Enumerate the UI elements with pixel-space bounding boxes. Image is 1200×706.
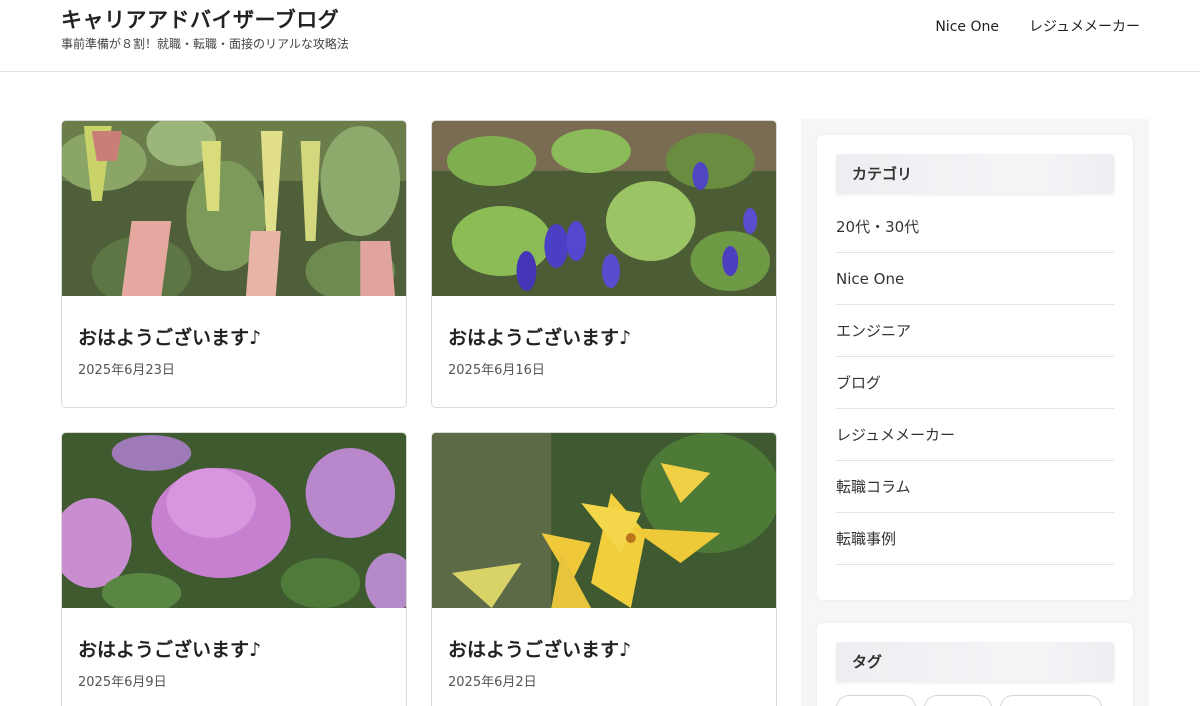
post-title[interactable]: おはようございます♪ xyxy=(78,638,390,662)
post-date: 2025年6月9日 xyxy=(78,675,167,690)
site-header: キャリアアドバイザーブログ 事前準備が８割！就職・転職・面接のリアルな攻略法 N… xyxy=(0,0,1200,72)
post-date: 2025年6月23日 xyxy=(78,363,175,378)
category-item[interactable]: ブログ xyxy=(836,357,1114,409)
brand: キャリアアドバイザーブログ 事前準備が８割！就職・転職・面接のリアルな攻略法 xyxy=(61,7,349,51)
post-date: 2025年6月2日 xyxy=(448,675,537,690)
post-card[interactable]: おはようございます♪ 2025年6月23日 xyxy=(61,120,407,408)
nav-link-resume-maker[interactable]: レジュメメーカー xyxy=(1029,18,1140,36)
post-date: 2025年6月16日 xyxy=(448,363,545,378)
tag-widget-heading: タグ xyxy=(836,642,1114,681)
post-title[interactable]: おはようございます♪ xyxy=(78,326,390,350)
post-card[interactable]: おはようございます♪ 2025年6月16日 xyxy=(431,120,777,408)
main-nav: Nice One レジュメメーカー xyxy=(935,18,1140,36)
category-list: 20代・30代 Nice One エンジニア ブログ レジュメメーカー 転職コラ… xyxy=(836,201,1114,565)
tag-widget: タグ xyxy=(817,623,1133,706)
nav-link-nice-one[interactable]: Nice One xyxy=(935,18,999,36)
post-thumbnail-image[interactable] xyxy=(432,121,776,296)
post-thumbnail-image[interactable] xyxy=(62,121,406,296)
category-item[interactable]: 20代・30代 xyxy=(836,201,1114,253)
post-thumbnail-image[interactable] xyxy=(62,433,406,608)
category-item[interactable]: レジュメメーカー xyxy=(836,409,1114,461)
post-title[interactable]: おはようございます♪ xyxy=(448,638,760,662)
post-card-body: おはようございます♪ 2025年6月23日 xyxy=(62,296,406,379)
post-card[interactable]: おはようございます♪ 2025年6月9日 xyxy=(61,432,407,706)
post-card[interactable]: おはようございます♪ 2025年6月2日 xyxy=(431,432,777,706)
category-item[interactable]: Nice One xyxy=(836,253,1114,305)
category-item[interactable]: 転職コラム xyxy=(836,461,1114,513)
category-widget: カテゴリ 20代・30代 Nice One エンジニア ブログ レジュメメーカー… xyxy=(817,135,1133,600)
post-thumbnail-image[interactable] xyxy=(432,433,776,608)
post-card-body: おはようございます♪ 2025年6月9日 xyxy=(62,608,406,691)
category-item[interactable]: 転職事例 xyxy=(836,513,1114,565)
category-item[interactable]: エンジニア xyxy=(836,305,1114,357)
site-description: 事前準備が８割！就職・転職・面接のリアルな攻略法 xyxy=(61,37,349,51)
post-card-body: おはようございます♪ 2025年6月16日 xyxy=(432,296,776,379)
category-widget-heading: カテゴリ xyxy=(836,154,1114,193)
tag-chip[interactable] xyxy=(924,695,992,706)
post-card-body: おはようございます♪ 2025年6月2日 xyxy=(432,608,776,691)
tag-chip[interactable] xyxy=(1000,695,1102,706)
tag-chip[interactable] xyxy=(836,695,916,706)
site-title[interactable]: キャリアアドバイザーブログ xyxy=(61,7,349,33)
post-title[interactable]: おはようございます♪ xyxy=(448,326,760,350)
tag-list xyxy=(836,695,1114,706)
